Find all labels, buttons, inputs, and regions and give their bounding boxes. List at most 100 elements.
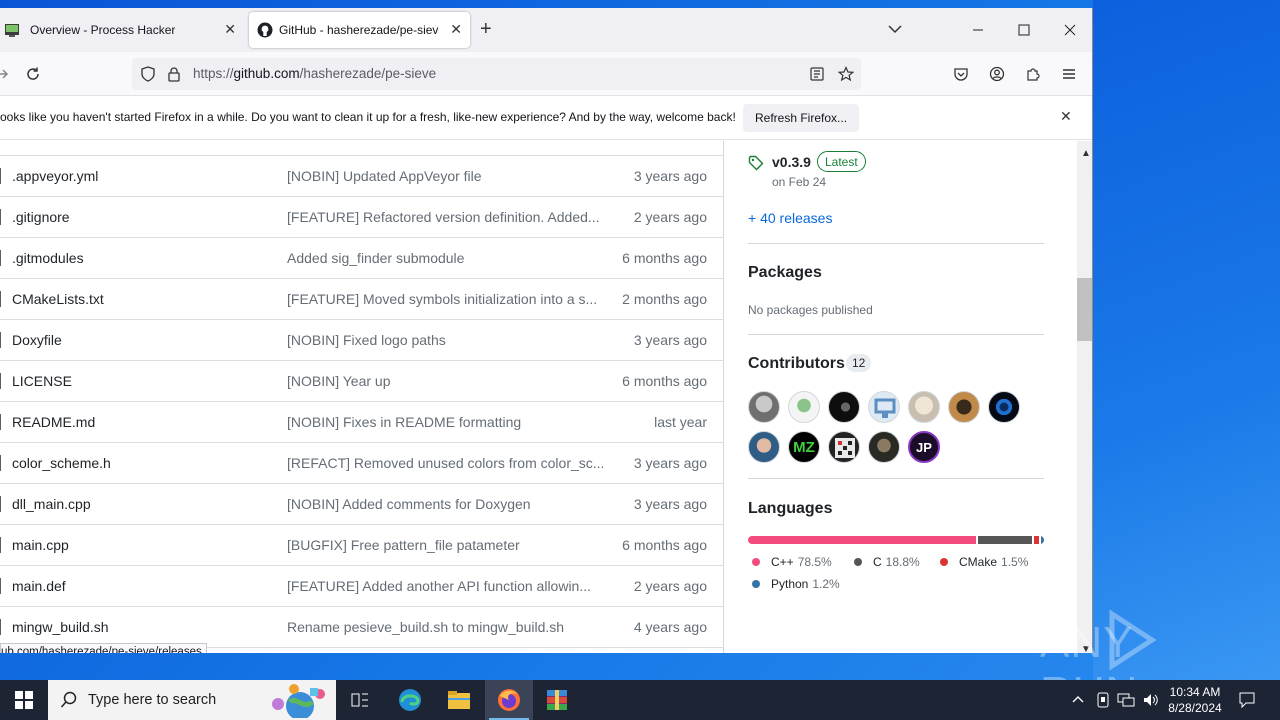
language-percent: 18.8% (885, 555, 920, 569)
chevron-down-icon[interactable] (886, 20, 904, 38)
language-name: CMake (959, 555, 998, 569)
file-icon (0, 291, 1, 307)
file-name-link[interactable]: main.cpp (12, 537, 69, 553)
file-row: LICENSE [NOBIN] Year up 6 months ago (0, 361, 724, 402)
notifications-icon[interactable] (1237, 690, 1257, 710)
tracking-protection-shield-icon[interactable] (136, 62, 160, 86)
contributor-avatar[interactable] (948, 391, 980, 423)
winrar-icon[interactable] (533, 680, 581, 720)
url-bar[interactable]: https://github.com/hasherezade/pe-sieve (132, 58, 861, 90)
file-name-link[interactable]: color_scheme.h (12, 455, 111, 471)
release-version-link[interactable]: v0.3.9 (772, 154, 811, 170)
forward-icon[interactable] (0, 62, 14, 86)
scroll-up-arrow-icon[interactable]: ▲ (1081, 148, 1091, 159)
file-name-link[interactable]: README.md (12, 414, 95, 430)
page-scrollbar[interactable] (1077, 141, 1092, 653)
file-icon (0, 332, 1, 348)
start-button[interactable] (0, 680, 48, 720)
commit-message-link[interactable]: [NOBIN] Fixes in README formatting (287, 414, 521, 430)
file-explorer-icon[interactable] (435, 680, 483, 720)
refresh-firefox-button[interactable]: Refresh Firefox... (743, 104, 860, 132)
menu-icon[interactable] (1057, 62, 1081, 86)
file-name-link[interactable]: dll_main.cpp (12, 496, 91, 512)
file-name-link[interactable]: LICENSE (12, 373, 72, 389)
language-item[interactable]: CMake 1.5% (940, 555, 1028, 569)
commit-message-link[interactable]: [FEATURE] Added another API function all… (287, 578, 591, 594)
packages-heading[interactable]: Packages (748, 264, 822, 282)
contributor-avatar[interactable] (748, 431, 780, 463)
commit-message-link[interactable]: Added sig_finder submodule (287, 250, 464, 266)
scrollbar-thumb[interactable] (1077, 278, 1092, 341)
search-icon (60, 691, 78, 714)
contributor-avatar[interactable] (828, 391, 860, 423)
system-clock[interactable]: 10:34 AM 8/28/2024 (1160, 684, 1230, 716)
volume-icon[interactable] (1141, 690, 1161, 710)
commit-date: 2 years ago (633, 578, 707, 594)
tab-github[interactable]: GitHub - hasherezade/pe-sieve ✕ (249, 12, 470, 48)
commit-message-link[interactable]: Rename pesieve_build.sh to mingw_build.s… (287, 619, 564, 635)
language-percent: 1.2% (812, 577, 840, 591)
device-icon[interactable] (1093, 690, 1113, 710)
extensions-icon[interactable] (1021, 62, 1045, 86)
contributor-avatar[interactable] (828, 431, 860, 463)
commit-message-link[interactable]: [NOBIN] Updated AppVeyor file (287, 168, 482, 184)
contributor-avatar[interactable] (908, 391, 940, 423)
language-item[interactable]: C++ 78.5% (752, 555, 832, 569)
taskbar-search-box[interactable]: Type here to search (48, 680, 336, 720)
contributor-avatar[interactable]: JP (908, 431, 940, 463)
commit-date: 6 months ago (622, 250, 707, 266)
languages-heading: Languages (748, 500, 833, 517)
network-icon[interactable] (1116, 690, 1136, 710)
all-releases-link[interactable]: + 40 releases (748, 210, 832, 226)
commit-message-link[interactable]: [REFACT] Removed unused colors from colo… (287, 455, 604, 471)
chevron-up-icon[interactable] (1068, 690, 1088, 710)
file-name-link[interactable]: .appveyor.yml (12, 168, 98, 184)
contributor-avatar[interactable] (988, 391, 1020, 423)
reload-icon[interactable] (21, 62, 45, 86)
close-window-button[interactable] (1058, 18, 1082, 42)
lock-icon[interactable] (162, 62, 186, 86)
file-icon (0, 250, 1, 266)
contributors-heading[interactable]: Contributors (748, 355, 845, 373)
maximize-button[interactable] (1012, 18, 1036, 42)
account-icon[interactable] (985, 62, 1009, 86)
file-name-link[interactable]: Doxyfile (12, 332, 62, 348)
tab-process-hacker[interactable]: Overview - Process Hacker ✕ (0, 12, 244, 48)
file-name-link[interactable]: .gitignore (12, 209, 70, 225)
contributor-avatar[interactable] (748, 391, 780, 423)
language-item[interactable]: C 18.8% (854, 555, 920, 569)
pocket-icon[interactable] (949, 62, 973, 86)
commit-message-link[interactable]: [NOBIN] Added comments for Doxygen (287, 496, 531, 512)
commit-message-link[interactable]: [FEATURE] Refactored version definition.… (287, 209, 600, 225)
commit-message-link[interactable]: [FEATURE] Moved symbols initialization i… (287, 291, 597, 307)
new-tab-button[interactable]: + (480, 18, 492, 40)
file-name-link[interactable]: main.def (12, 578, 66, 594)
file-name-link[interactable]: mingw_build.sh (12, 619, 109, 635)
commit-message-link[interactable]: [NOBIN] Fixed logo paths (287, 332, 446, 348)
page-content: .appveyor.yml [NOBIN] Updated AppVeyor fi… (0, 141, 1077, 653)
close-icon[interactable]: ✕ (1060, 108, 1072, 125)
task-view-icon[interactable] (336, 680, 384, 720)
file-name-link[interactable]: .gitmodules (12, 250, 84, 266)
reader-view-icon[interactable] (805, 62, 829, 86)
language-item[interactable]: Python 1.2% (752, 577, 840, 591)
firefox-taskbar-icon[interactable] (485, 680, 533, 720)
divider (748, 334, 1044, 335)
close-tab-icon[interactable]: ✕ (450, 21, 462, 37)
commit-message-link[interactable]: [BUGFIX] Free pattern_file patameter (287, 537, 520, 553)
language-color-dot (940, 558, 948, 566)
bookmark-star-icon[interactable] (834, 62, 858, 86)
contributor-avatar[interactable] (868, 431, 900, 463)
contributor-avatar[interactable]: MZ (788, 431, 820, 463)
close-tab-icon[interactable]: ✕ (224, 21, 236, 37)
commit-message-link[interactable]: [NOBIN] Year up (287, 373, 391, 389)
file-name-link[interactable]: CMakeLists.txt (12, 291, 104, 307)
language-name: C (873, 555, 882, 569)
edge-icon[interactable] (386, 680, 434, 720)
commit-date: last year (654, 414, 707, 430)
row-divider (0, 155, 724, 156)
contributor-avatar[interactable] (788, 391, 820, 423)
file-row: dll_main.cpp [NOBIN] Added comments for D… (0, 484, 724, 525)
minimize-button[interactable] (966, 18, 990, 42)
contributor-avatar[interactable] (868, 391, 900, 423)
